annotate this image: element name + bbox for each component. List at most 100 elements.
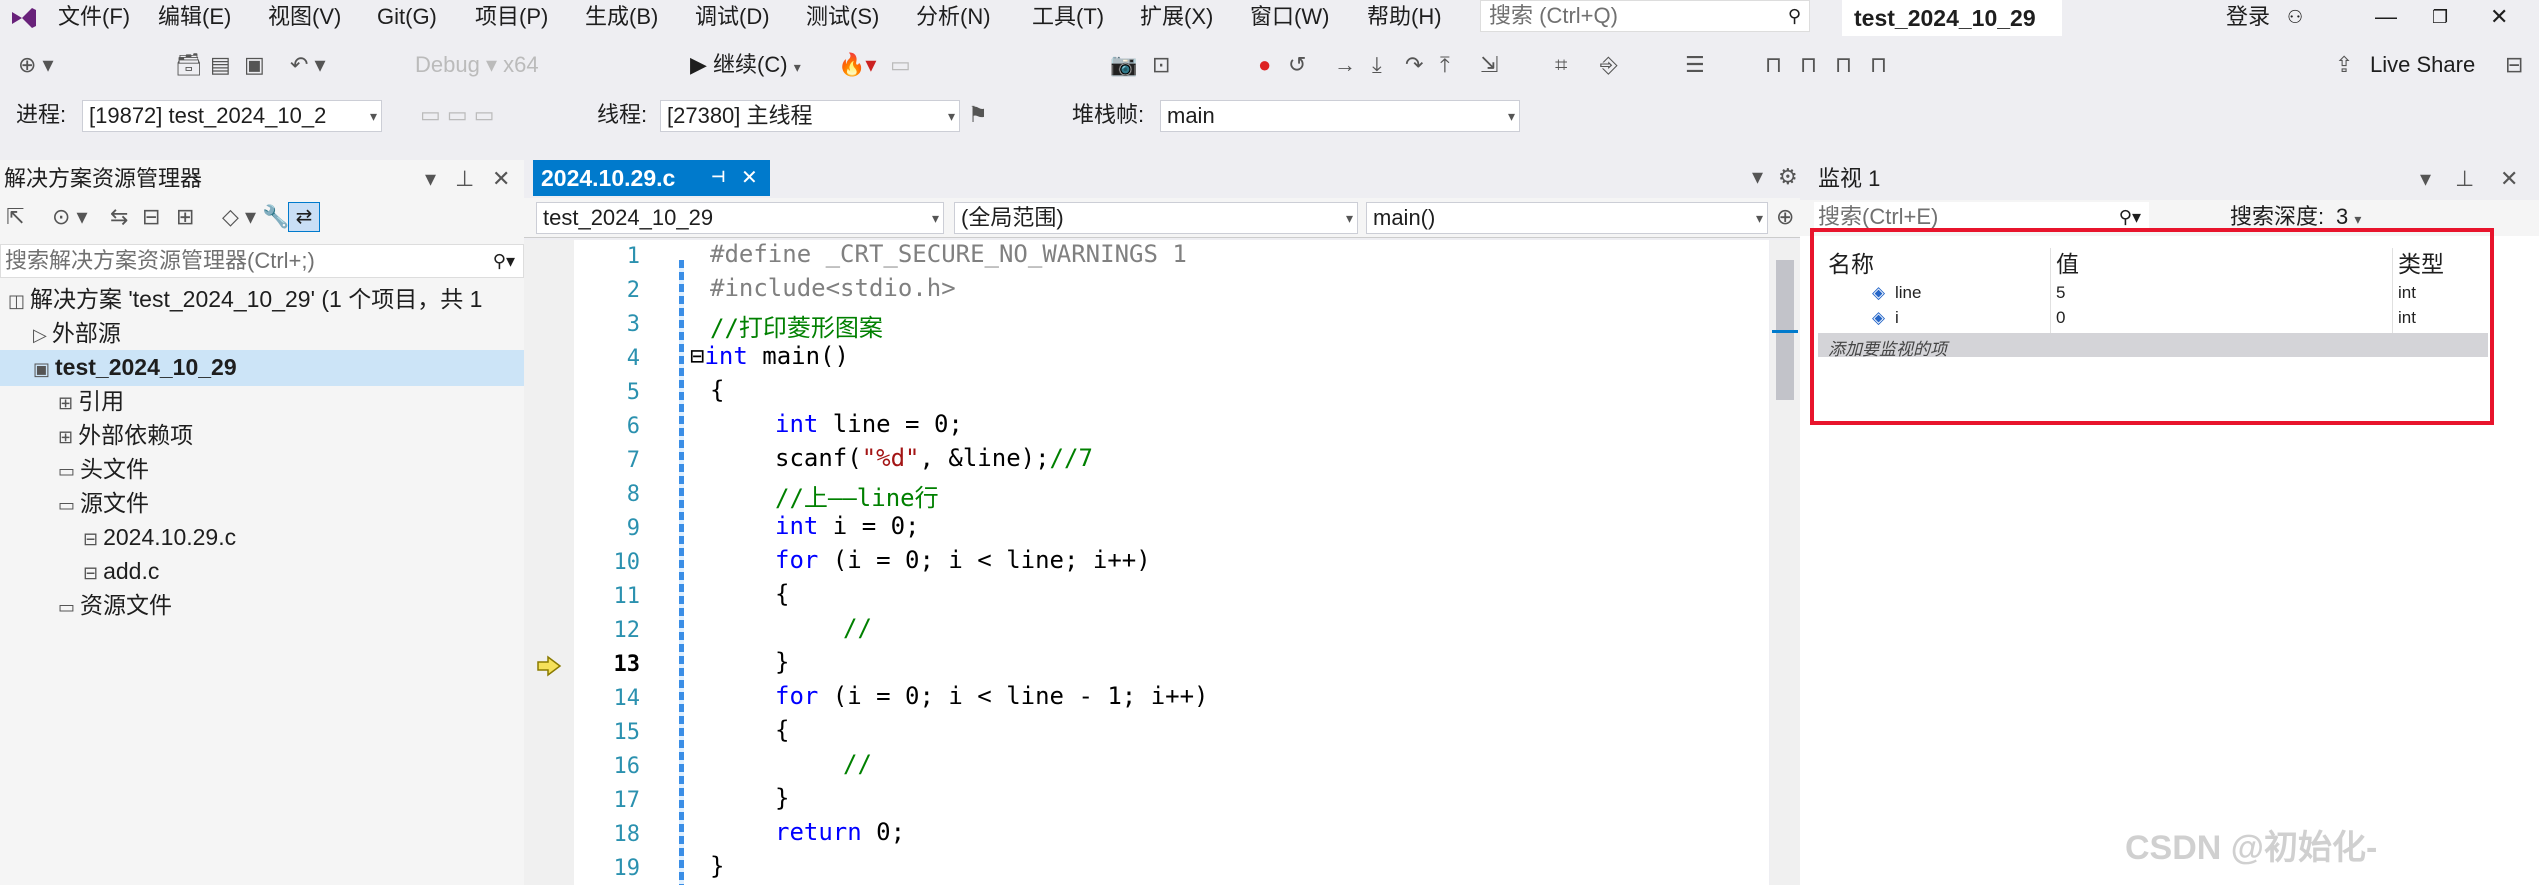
live-share-icon[interactable]: ⇪ (2335, 50, 2353, 80)
tree-item[interactable]: ⊞ 外部依赖项 (58, 418, 193, 454)
global-search-box[interactable]: 搜索 (Ctrl+Q) ⚲ (1480, 0, 1810, 32)
step-over-icon[interactable]: ↷ (1405, 50, 1423, 80)
clear-bookmarks-icon[interactable]: ⊓ (1870, 50, 1887, 80)
menu-project[interactable]: 项目(P) (475, 2, 548, 32)
flag-thread-icon[interactable]: ⚑ (968, 100, 988, 130)
diagnostic-tools-icon[interactable]: ⊡ (1152, 50, 1170, 80)
close-panel-icon[interactable]: ✕ (492, 164, 510, 194)
watch-title: 监视 1 (1818, 166, 1881, 191)
menu-extensions[interactable]: 扩展(X) (1140, 2, 1213, 32)
new-project-icon[interactable]: 🗃 (175, 50, 203, 80)
chevron-down-icon: ▾ (1345, 210, 1353, 226)
hot-reload-icon[interactable]: 🔥▾ (838, 50, 876, 80)
prev-bookmark-icon[interactable]: ⊓ (1800, 50, 1817, 80)
pending-changes-icon[interactable]: ⇆ (110, 202, 128, 232)
tab-2024-10-29-c[interactable]: 2024.10.29.c ⊣ ✕ (533, 160, 770, 196)
solution-search-box[interactable]: 搜索解决方案资源管理器(Ctrl+;) ⚲▾ (0, 244, 524, 278)
line-number: 17 (613, 788, 641, 813)
pin-icon[interactable]: ⊥ (2455, 164, 2474, 194)
login-link[interactable]: 登录 (2226, 2, 2270, 32)
line-number: 2 (626, 278, 640, 303)
tree-item[interactable]: ◫ 解决方案 'test_2024_10_29' (1 个项目，共 1 (8, 282, 482, 318)
project-combo-value: test_2024_10_29 (543, 205, 714, 230)
performance-profiler-icon[interactable]: 📷 (1110, 50, 1137, 80)
tree-item[interactable]: ▷ 外部源 (33, 316, 121, 352)
properties-icon[interactable]: 🔧 (262, 202, 289, 232)
menu-file[interactable]: 文件(F) (58, 2, 130, 32)
menu-git[interactable]: Git(G) (377, 2, 437, 32)
tree-item[interactable]: ▣ test_2024_10_29 (0, 350, 524, 386)
editor-vertical-scrollbar[interactable] (1770, 240, 1800, 885)
stack-frame-value: main (1167, 103, 1215, 128)
menu-debug[interactable]: 调试(D) (695, 2, 770, 32)
preview-icon[interactable]: ◇ ▾ (222, 202, 256, 232)
show-next-statement-icon[interactable]: → (1334, 50, 1356, 80)
menu-edit[interactable]: 编辑(E) (158, 2, 231, 32)
close-icon[interactable]: ✕ (2490, 2, 2508, 32)
editor-navigation-bar: test_2024_10_29 ▾ (全局范围) ▾ main() ▾ ⊕ (524, 198, 1800, 238)
pin-icon[interactable]: ⊥ (455, 164, 474, 194)
panel-options-icon[interactable]: ▾ (425, 164, 436, 194)
tab-list-icon[interactable]: ▾ (1752, 162, 1763, 192)
menu-build[interactable]: 生成(B) (585, 2, 658, 32)
configuration-combo[interactable]: Debug ▾ x64 (415, 50, 539, 80)
breakpoint-settings-icon[interactable]: ⇲ (1480, 50, 1498, 80)
split-editor-icon[interactable]: ⊕ (1776, 202, 1794, 232)
project-combo[interactable]: test_2024_10_29 ▾ (536, 202, 944, 234)
current-statement-arrow-icon (537, 655, 562, 677)
tree-item[interactable]: ⊟ add.c (83, 554, 159, 590)
menu-view[interactable]: 视图(V) (268, 2, 341, 32)
restart-icon[interactable]: ↺ (1288, 50, 1306, 80)
step-out-icon[interactable]: ⤒ (1440, 50, 1450, 80)
home-icon[interactable]: ⇱ (6, 202, 24, 232)
step-into-icon[interactable]: ⤓ (1372, 50, 1382, 80)
stack-frame-combo[interactable]: main ▾ (1160, 100, 1520, 132)
tree-item[interactable]: ▭ 头文件 (58, 452, 149, 488)
function-combo[interactable]: main() ▾ (1366, 202, 1768, 234)
tree-item[interactable]: ⊞ 引用 (58, 384, 124, 420)
external-deps-icon: ⊞ (58, 427, 79, 447)
navigate-back-icon[interactable]: ⊕ ▾ (18, 50, 54, 80)
account-icon[interactable]: ⚇ (2287, 2, 2303, 32)
next-bookmark-icon[interactable]: ⊓ (1835, 50, 1852, 80)
align-lines-icon[interactable]: ☰ (1685, 50, 1705, 80)
restore-icon[interactable]: ❐ (2432, 2, 2448, 32)
thread-combo[interactable]: [27380] 主线程 ▾ (660, 100, 960, 132)
pin-icon[interactable]: ⊣ (711, 160, 726, 196)
menu-tools[interactable]: 工具(T) (1032, 2, 1104, 32)
show-all-files-icon[interactable]: ⊞ (176, 202, 194, 232)
menu-help[interactable]: 帮助(H) (1367, 2, 1442, 32)
visual-studio-logo-icon[interactable] (8, 4, 38, 32)
scope-combo[interactable]: (全局范围) ▾ (954, 202, 1358, 234)
minimize-icon[interactable]: — (2375, 2, 2397, 32)
save-all-icon[interactable]: ▣ (244, 50, 265, 80)
menu-analyze[interactable]: 分析(N) (916, 2, 991, 32)
line-number: 5 (626, 380, 640, 405)
thread-value: [27380] 主线程 (667, 103, 813, 128)
hex-display-icon[interactable]: ⌗ (1555, 50, 1567, 80)
menu-test[interactable]: 测试(S) (806, 2, 879, 32)
continue-button[interactable]: ▶ 继续(C) ▾ (690, 50, 801, 80)
line-number: 13 (613, 652, 641, 677)
thread-icon[interactable]: ⎆ (1600, 50, 1618, 80)
panel-options-icon[interactable]: ▾ (2420, 164, 2431, 194)
stop-debugging-icon[interactable]: ● (1258, 50, 1271, 80)
undo-icon[interactable]: ↶ ▾ (290, 50, 326, 80)
process-combo[interactable]: [19872] test_2024_10_2 ▾ (82, 100, 382, 132)
chevron-down-icon: ▾ (1507, 108, 1515, 124)
tab-settings-icon[interactable]: ⚙ (1778, 162, 1798, 192)
tree-item[interactable]: ▭ 源文件 (58, 486, 149, 522)
sync-icon[interactable]: ⊙ ▾ (52, 202, 88, 232)
menu-window[interactable]: 窗口(W) (1250, 2, 1329, 32)
close-panel-icon[interactable]: ✕ (2500, 164, 2518, 194)
close-tab-icon[interactable]: ✕ (741, 160, 758, 196)
sync-selection-icon[interactable]: ⇄ (288, 202, 320, 232)
feedback-icon[interactable]: ⊟ (2505, 50, 2523, 80)
play-icon: ▶ (690, 52, 707, 77)
save-icon[interactable]: ▤ (210, 50, 231, 80)
bookmark-icon[interactable]: ⊓ (1765, 50, 1782, 80)
collapse-all-icon[interactable]: ⊟ (142, 202, 160, 232)
tree-item[interactable]: ▭ 资源文件 (58, 588, 172, 624)
tree-item[interactable]: ⊟ 2024.10.29.c (83, 520, 236, 556)
live-share-button[interactable]: Live Share (2370, 50, 2475, 80)
